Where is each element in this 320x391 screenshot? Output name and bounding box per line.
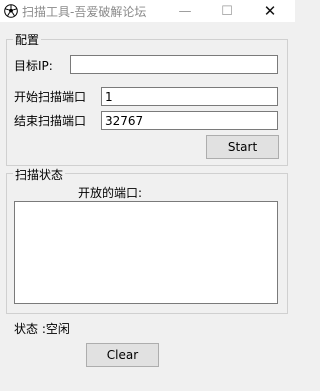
window-title: 扫描工具-吾爱破解论坛 bbox=[22, 5, 147, 19]
minimize-icon: — bbox=[178, 3, 192, 19]
status-text: 状态 :空闲 bbox=[14, 322, 70, 336]
minimize-button[interactable]: — bbox=[165, 0, 205, 22]
clear-button[interactable]: Clear bbox=[86, 343, 159, 367]
close-icon: ✕ bbox=[263, 2, 277, 20]
target-ip-label: 目标IP: bbox=[14, 59, 53, 73]
target-ip-input[interactable] bbox=[70, 55, 278, 74]
maximize-icon: ☐ bbox=[221, 3, 233, 19]
title-bar: 扫描工具-吾爱破解论坛 — ☐ ✕ bbox=[0, 0, 295, 22]
config-group-title: 配置 bbox=[13, 31, 42, 48]
start-port-input[interactable] bbox=[101, 87, 278, 106]
open-ports-label: 开放的端口: bbox=[78, 186, 143, 200]
open-ports-list[interactable] bbox=[14, 201, 278, 304]
soccer-ball-icon bbox=[4, 4, 18, 18]
maximize-button[interactable]: ☐ bbox=[207, 0, 247, 22]
end-port-label: 结束扫描端口 bbox=[14, 114, 87, 128]
end-port-input[interactable] bbox=[101, 111, 278, 130]
close-button[interactable]: ✕ bbox=[250, 0, 290, 22]
status-group-title: 扫描状态 bbox=[13, 166, 66, 183]
start-port-label: 开始扫描端口 bbox=[14, 90, 87, 104]
start-button[interactable]: Start bbox=[206, 135, 279, 159]
